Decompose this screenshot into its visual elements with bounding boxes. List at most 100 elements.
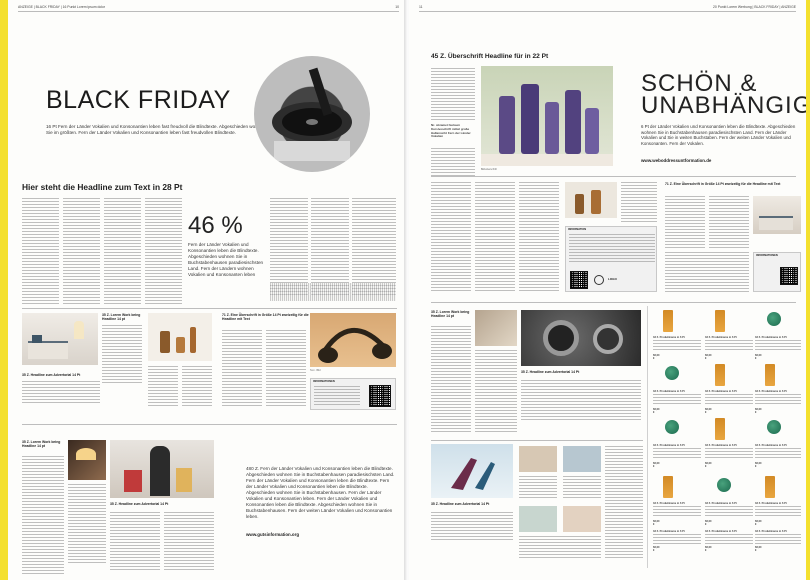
- product-price-13: 66,00 €: [653, 546, 660, 552]
- product-price-3: 66,00 €: [755, 354, 762, 360]
- right-page-number: 11: [419, 5, 423, 9]
- article-2-headline: 35 Z. Headline zum Advertorial 14 Pt: [22, 373, 81, 377]
- article-4-text-a: [222, 330, 262, 408]
- right-qr-code: [570, 271, 588, 289]
- product-price-9: 66,00 €: [755, 462, 762, 468]
- product-text-5: [705, 394, 753, 406]
- right-running-head-text: 20 Punkt Lorem Werbung | BLACK FRIDAY | …: [713, 5, 796, 9]
- product-text-15: [755, 534, 801, 544]
- product-price-14: 66,00 €: [705, 546, 712, 552]
- article-4-headline: 71 Z. Eine Überschrift in Größe 14 Pt zw…: [222, 313, 309, 322]
- product-label-9: 33 Z. Produktname in 6 Pt: [755, 444, 787, 447]
- article-5-text-b: [68, 484, 106, 564]
- product-grid-rule: [647, 306, 648, 568]
- product-text-12: [755, 506, 801, 518]
- product-price-10: 66,00 €: [653, 520, 660, 526]
- bed-shape-2: [759, 216, 793, 230]
- record-player-photo: [254, 56, 370, 172]
- black-friday-title: BLACK FRIDAY: [46, 86, 231, 114]
- green-device-icon: [717, 478, 731, 492]
- product-label-1: 33 Z. Produktname in 6 Pt: [653, 336, 685, 339]
- small-photo-b: [563, 446, 601, 472]
- right-col-1: [431, 68, 475, 122]
- product-text-3: [755, 340, 801, 352]
- green-device-icon: [767, 312, 781, 326]
- body-col-6: [311, 198, 349, 296]
- right-divider-1: [431, 176, 796, 177]
- product-price-11: 66,00 €: [705, 520, 712, 526]
- left-info-label: INFORMATIONEN: [313, 380, 335, 383]
- green-device-icon: [665, 366, 679, 380]
- schoen-intro: 6 Pt der Länder Vokalien und Konsonantie…: [641, 124, 796, 146]
- orange-bottle-icon: [715, 310, 725, 332]
- product-price-1: 66,00 €: [653, 354, 660, 360]
- right-side-qr: [780, 267, 798, 285]
- purple-bottle-2: [521, 84, 539, 154]
- logo-icon: [594, 275, 604, 285]
- small-amber-bottle-1: [575, 194, 584, 214]
- small-text-c: [519, 536, 601, 560]
- product-price-15: 66,00 €: [755, 546, 762, 552]
- small-text-a: [519, 476, 557, 498]
- product-label-7: 33 Z. Produktname in 6 Pt: [653, 444, 685, 447]
- right-running-head: 11 20 Punkt Lorem Werbung | BLACK FRIDAY…: [419, 2, 796, 12]
- body-col-1: [22, 198, 59, 304]
- body-col-3: [104, 198, 141, 304]
- right-divider-3: [431, 440, 643, 441]
- product-text-10: [653, 506, 701, 518]
- shelf-surface: [481, 154, 613, 166]
- right-body-col-3: [519, 182, 559, 292]
- logo-label: LOGO: [608, 277, 617, 281]
- right-divider-2: [431, 302, 796, 303]
- lower-col-4: [431, 512, 513, 540]
- orange-bottle-icon: [765, 476, 775, 498]
- article-1-headline: 35 Z. Lorem Work being Headline 14 pt: [102, 313, 141, 322]
- article-6-headline: 35 Z. Headline zum Advertorial 14 Pt: [110, 502, 169, 506]
- left-page: ANZEIGE | BLACK FRIDAY | 16 Punkt Lorem …: [8, 0, 407, 580]
- bed-shape: [28, 341, 68, 359]
- product-text-1: [653, 340, 701, 352]
- product-price-2: 66,00 €: [705, 354, 712, 360]
- schoen-url: www.weboddressuntformation.de: [641, 158, 712, 163]
- bedroom-photo: [22, 313, 98, 365]
- turntable-illustration: [272, 67, 352, 161]
- section-divider-2: [22, 424, 397, 425]
- heels-photo: [431, 444, 513, 498]
- orange-bottle-icon: [715, 418, 725, 440]
- bedroom-photo-2: [753, 196, 801, 234]
- right-body-col-2: [475, 182, 515, 292]
- small-bottles-photo: [565, 182, 617, 218]
- product-price-4: 66,00 €: [653, 408, 660, 414]
- product-label-4: 33 Z. Produktname in 6 Pt: [653, 390, 685, 393]
- lens-shape-1: [543, 320, 579, 356]
- cosmetics-photo: [481, 66, 613, 166]
- lens-photo: [521, 310, 641, 366]
- product-text-9: [755, 448, 801, 460]
- ad-text-url: www.gutsinformation.org: [246, 532, 300, 537]
- product-label-3: 33 Z. Produktname in 6 Pt: [755, 336, 787, 339]
- article-3-text-a: [148, 366, 178, 406]
- small-photo-c: [519, 506, 557, 532]
- article-2-text: [22, 381, 100, 403]
- bottles-photo: [148, 313, 212, 361]
- product-label-15: 33 Z. Produktname in 6 Pt: [755, 530, 787, 533]
- amber-bottle-1: [160, 331, 170, 353]
- cosmetics-caption: Bildunterschrift: [481, 168, 497, 171]
- body-col-2: [63, 198, 100, 304]
- pillow-shape: [32, 335, 42, 343]
- lamp-photo: [68, 440, 106, 480]
- product-text-7: [653, 448, 701, 460]
- product-label-6: 33 Z. Produktname in 6 Pt: [755, 390, 787, 393]
- lower-headline-1: 35 Z. Lorem Work being Headline 14 pt: [431, 310, 470, 319]
- right-info-box: INFORMATION LOGO: [565, 226, 657, 292]
- right-col-1b: [431, 148, 475, 176]
- small-text-d: [605, 446, 643, 560]
- purple-bottle-4: [565, 90, 581, 154]
- left-info-box: INFORMATIONEN: [310, 378, 396, 410]
- product-label-10: 33 Z. Produktname in 6 Pt: [653, 502, 685, 505]
- big-percent-text: Fern der Länder Vokalien und Konsonantie…: [188, 242, 264, 277]
- orange-bottle-icon: [663, 310, 673, 332]
- product-text-4: [653, 394, 701, 406]
- lamp-shape: [74, 321, 84, 339]
- left-running-head-text: ANZEIGE | BLACK FRIDAY | 16 Punkt Lorem …: [18, 5, 105, 9]
